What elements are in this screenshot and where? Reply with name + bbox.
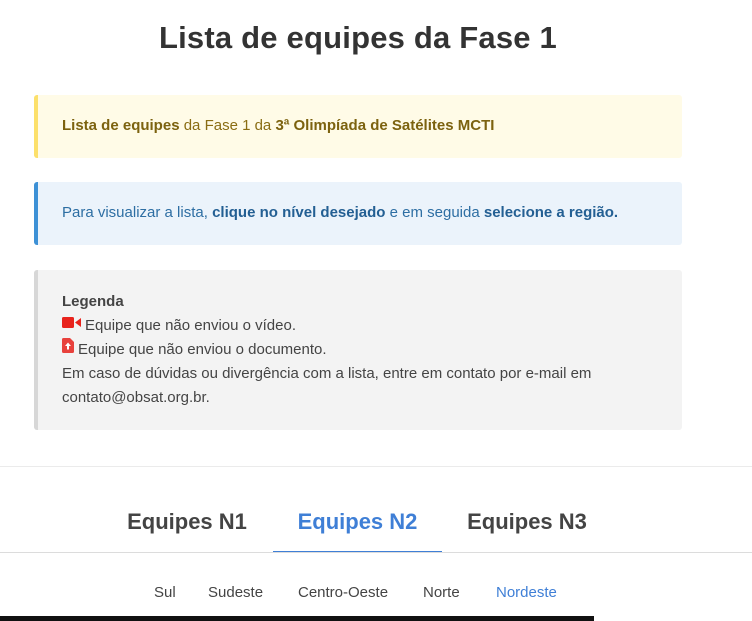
page-title: Lista de equipes da Fase 1 [158,20,557,55]
region-filter: Sul Sudeste Centro-Oeste Norte Nordeste [0,584,752,610]
dark-bottom-bar [0,616,594,621]
section-divider [0,466,752,467]
info-bold-select-region: selecione a região. [483,204,619,221]
tab-equipes-n2[interactable]: Equipes N2 [273,480,442,553]
tab-equipes-n1[interactable]: Equipes N1 [112,480,262,553]
notice-text: da Fase 1 da [179,117,276,134]
notice-bold-list: Lista de equipes [62,117,180,134]
region-sul[interactable]: Sul [154,584,176,601]
region-norte[interactable]: Norte [423,584,460,601]
info-bold-click-level: clique no nível desejado [212,204,386,221]
legend-document-text: Equipe que não enviou o documento. [78,341,327,358]
info-text-1: Para visualizar a lista, [62,204,213,221]
file-upload-icon [62,337,74,361]
legend-video-text: Equipe que não enviou o vídeo. [85,317,297,334]
legend-item-video: Equipe que não enviou o vídeo. [62,314,682,338]
legend-box: Legenda Equipe que não enviou o vídeo. E… [34,270,682,430]
legend-contact-line-1: Em caso de dúvidas ou divergência com a … [62,365,592,382]
phase-notice: Lista de equipes da Fase 1 da 3ª Olimpía… [34,95,682,158]
video-camera-icon [62,313,81,337]
legend-contact-line-2: contato@obsat.org.br. [62,389,210,406]
legend-item-document: Equipe que não enviou o documento. [62,338,682,362]
tabs-underline-rule [0,552,752,553]
info-text-2: e em seguida [385,204,484,221]
level-tabs: Equipes N1 Equipes N2 Equipes N3 [0,480,752,553]
legend-heading: Legenda [62,293,124,310]
region-nordeste[interactable]: Nordeste [496,584,557,601]
region-centro-oeste[interactable]: Centro-Oeste [298,584,388,601]
notice-bold-olympiad: 3ª Olimpíada de Satélites MCTI [275,117,495,134]
instructions-info: Para visualizar a lista, clique no nível… [34,182,682,245]
region-sudeste[interactable]: Sudeste [208,584,263,601]
tab-equipes-n3[interactable]: Equipes N3 [452,480,602,553]
